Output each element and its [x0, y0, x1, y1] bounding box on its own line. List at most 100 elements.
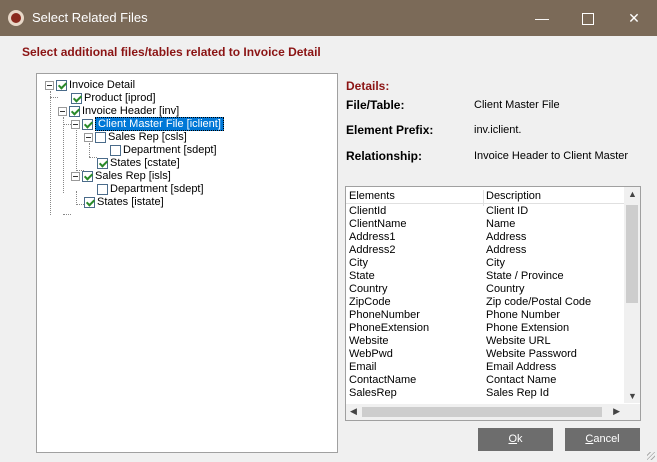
ok-label-rest: k [517, 433, 523, 445]
relationship-value: Invoice Header to Client Master [474, 150, 629, 162]
instruction-label: Select additional files/tables related t… [22, 45, 321, 59]
table-row[interactable]: ClientId Client ID [346, 205, 624, 218]
scrollbar-corner [624, 404, 640, 420]
collapse-icon[interactable] [45, 81, 54, 90]
table-row[interactable]: State State / Province [346, 270, 624, 283]
scroll-thumb[interactable] [626, 205, 638, 303]
tree-connector [76, 130, 77, 171]
checkbox[interactable] [84, 197, 95, 208]
table-row[interactable]: Address1 Address [346, 231, 624, 244]
description-cell: Client ID [486, 205, 529, 217]
scroll-right-icon[interactable]: ▶ [613, 406, 620, 417]
checkbox[interactable] [110, 145, 121, 156]
table-row[interactable]: PhoneExtension Phone Extension [346, 322, 624, 335]
element-cell: SalesRep [349, 387, 397, 399]
element-cell: Address2 [349, 244, 396, 256]
tree-connector [63, 117, 64, 193]
scroll-thumb[interactable] [362, 407, 602, 417]
cancel-button[interactable]: Cancel [565, 428, 640, 451]
scroll-left-icon[interactable]: ◀ [350, 406, 357, 417]
table-row[interactable]: ClientName Name [346, 218, 624, 231]
scroll-down-icon[interactable]: ▼ [628, 391, 637, 401]
scroll-up-icon[interactable]: ▲ [628, 189, 637, 199]
table-row[interactable]: SalesRep Sales Rep Id [346, 387, 624, 400]
tree-node-label: Product [iprod] [84, 92, 156, 104]
element-cell: Address1 [349, 231, 396, 243]
checkbox[interactable] [82, 119, 93, 130]
element-cell: City [349, 257, 368, 269]
table-row[interactable]: City City [346, 257, 624, 270]
table-row[interactable]: ContactName Contact Name [346, 374, 624, 387]
tree-connector [76, 204, 84, 205]
column-divider[interactable] [483, 190, 484, 206]
description-cell: Contact Name [486, 374, 557, 386]
minimize-button[interactable]: — [519, 0, 565, 36]
collapse-icon[interactable] [71, 172, 80, 181]
table-row[interactable]: Email Email Address [346, 361, 624, 374]
element-cell: Website [349, 335, 389, 347]
description-cell: Website Password [486, 348, 577, 360]
tree-node[interactable]: Invoice Detail [45, 79, 135, 92]
description-cell: State / Province [486, 270, 564, 282]
tree-node-label: Sales Rep [isls] [95, 170, 171, 182]
tree-node-label: Department [sdept] [123, 144, 217, 156]
checkbox[interactable] [56, 80, 67, 91]
description-cell: Email Address [486, 361, 557, 373]
checkbox[interactable] [82, 171, 93, 182]
description-cell: Zip code/Postal Code [486, 296, 592, 308]
elements-list[interactable]: Elements Description ClientId Client ID Cl… [345, 186, 641, 421]
element-cell: ContactName [349, 374, 417, 386]
tree-node[interactable]: Sales Rep [isls] [71, 170, 171, 183]
details-title: Details: [346, 79, 390, 93]
table-row[interactable]: Country Country [346, 283, 624, 296]
tree-connector [76, 191, 77, 205]
checkbox[interactable] [97, 158, 108, 169]
description-cell: Address [486, 231, 527, 243]
related-files-tree[interactable]: Invoice Detail Product [iprod] Invoice H… [36, 73, 338, 453]
file-table-label: File/Table: [346, 98, 405, 112]
tree-connector [89, 143, 90, 157]
tree-node[interactable]: States [istate] [84, 196, 164, 209]
element-cell: PhoneExtension [349, 322, 430, 334]
close-button[interactable]: ✕ [611, 0, 657, 36]
tree-node[interactable]: Department [sdept] [110, 144, 217, 157]
cancel-label-rest: ancel [593, 433, 620, 445]
checkbox[interactable] [69, 106, 80, 117]
horizontal-scrollbar[interactable]: ◀ ▶ [346, 404, 624, 420]
element-prefix-label: Element Prefix: [346, 123, 434, 137]
tree-node[interactable]: Department [sdept] [97, 183, 204, 196]
vertical-scrollbar[interactable]: ▲ ▼ [624, 187, 640, 403]
relationship-label: Relationship: [346, 149, 423, 163]
tree-node-label: Invoice Detail [69, 79, 136, 91]
collapse-icon[interactable] [58, 107, 67, 116]
collapse-icon[interactable] [71, 120, 80, 129]
checkbox[interactable] [97, 184, 108, 195]
resize-grip-icon[interactable] [647, 452, 655, 460]
tree-node[interactable]: Sales Rep [csls] [84, 131, 187, 144]
table-row[interactable]: ZipCode Zip code/Postal Code [346, 296, 624, 309]
tree-node[interactable]: Client Master File [iclient] [71, 117, 224, 131]
table-row[interactable]: PhoneNumber Phone Number [346, 309, 624, 322]
table-row[interactable]: WebPwd Website Password [346, 348, 624, 361]
element-cell: Country [349, 283, 388, 295]
list-header: Elements Description [346, 187, 624, 206]
column-header-description[interactable]: Description [486, 190, 541, 202]
checkbox[interactable] [95, 132, 106, 143]
checkbox[interactable] [71, 93, 82, 104]
description-cell: Sales Rep Id [486, 387, 549, 399]
tree-connector [50, 97, 58, 98]
table-row[interactable]: Address2 Address [346, 244, 624, 257]
description-cell: Phone Number [486, 309, 560, 321]
column-header-elements[interactable]: Elements [349, 190, 395, 202]
tree-connector [63, 214, 71, 215]
table-row[interactable]: Website Website URL [346, 335, 624, 348]
collapse-icon[interactable] [84, 133, 93, 142]
tree-node[interactable]: States [cstate] [97, 157, 180, 170]
window-title: Select Related Files [32, 10, 148, 25]
tree-node-label: Department [sdept] [110, 183, 204, 195]
element-cell: ZipCode [349, 296, 391, 308]
ok-button[interactable]: Ok [478, 428, 553, 451]
tree-node[interactable]: Product [iprod] [71, 92, 156, 105]
description-cell: Country [486, 283, 525, 295]
maximize-button[interactable] [565, 0, 611, 36]
